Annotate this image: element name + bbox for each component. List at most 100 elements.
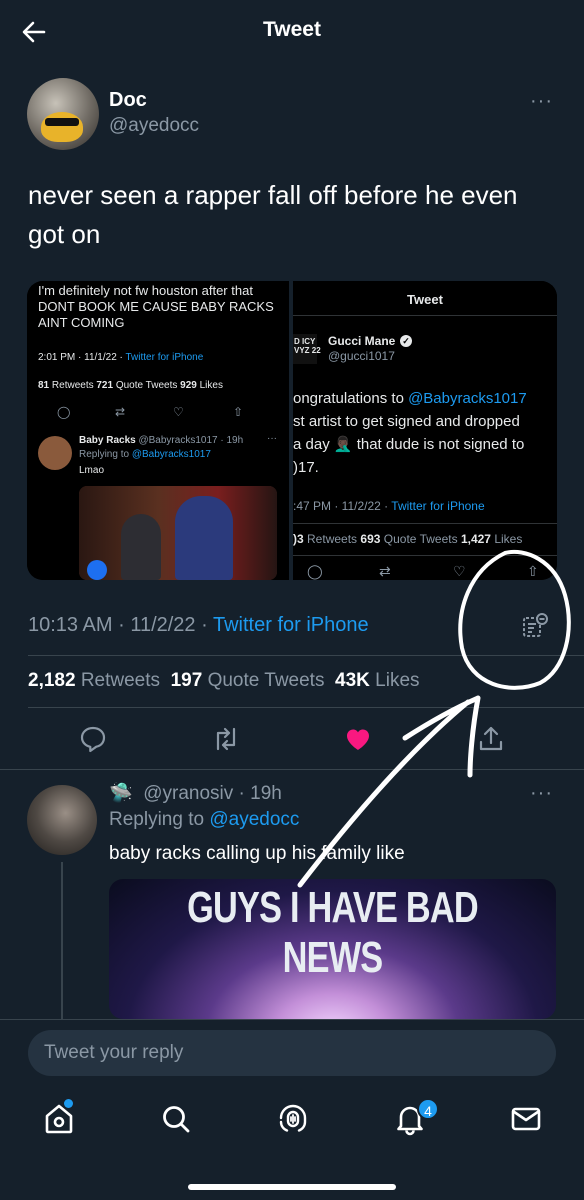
- spaces-icon[interactable]: [277, 1102, 309, 1136]
- screenshot-reply-text: Lmao: [79, 465, 105, 476]
- screenshot-stats: )3 Retweets 693 Quote Tweets 1,427 Likes: [293, 532, 522, 546]
- screenshot-quote-text: I'm definitely not fw houston after that…: [38, 283, 274, 330]
- divider: [293, 315, 557, 316]
- stat-quotes-label: Quote Tweets: [115, 380, 178, 391]
- screenshot-meta-source: Twitter for iPhone: [391, 499, 485, 513]
- meta-separator: ·: [118, 614, 125, 636]
- thread-line: [61, 862, 63, 1022]
- screenshot-reply-header: Baby Racks @Babyracks1017 · 19h: [79, 435, 243, 446]
- author-name[interactable]: Doc: [109, 89, 147, 112]
- screenshot-meta: 2:01 PM · 11/1/22 · Twitter for iPhone: [38, 352, 203, 363]
- reply-header: 🛸 @yranosiv · 19h: [109, 783, 282, 804]
- screenshot-meta-time: :47 PM · 11/2/22 ·: [293, 499, 392, 513]
- verified-badge-icon: ✓: [400, 335, 412, 347]
- stat-likes-label: Likes: [494, 532, 523, 546]
- more-options-icon[interactable]: ···: [530, 782, 553, 805]
- tweet-time: 10:13 AM: [28, 614, 113, 636]
- reply-avatar[interactable]: [27, 785, 97, 855]
- screenshot-replying-handle: @Babyracks1017: [131, 449, 211, 460]
- home-indicator: [188, 1184, 396, 1190]
- screenshot-reply-handle: @Babyracks1017 · 19h: [138, 435, 244, 446]
- share-icon: ⇧: [527, 563, 539, 579]
- retweet-icon: ⇄: [379, 563, 391, 579]
- media-image-left[interactable]: I'm definitely not fw houston after that…: [27, 281, 289, 580]
- tweet-date: 11/2/22: [130, 614, 196, 636]
- screenshot-actions: ◯ ⇄ ♡ ⇧: [57, 405, 257, 421]
- replying-to-prefix: Replying to: [109, 809, 210, 830]
- divider: [28, 707, 584, 708]
- screenshot-meta-source: Twitter for iPhone: [125, 352, 204, 363]
- divider: [293, 523, 557, 524]
- share-icon: ⇧: [233, 405, 244, 419]
- tweet-stats: 2,182 Retweets 197 Quote Tweets 43K Like…: [28, 670, 420, 692]
- screenshot-tweet-text: ongratulations to @Babyracks1017 st arti…: [293, 387, 557, 479]
- media-image-right[interactable]: Tweet D ICY VYZ 22 Gucci Mane ✓ @gucci10…: [293, 281, 557, 580]
- reply-input[interactable]: [28, 1030, 556, 1076]
- like-label[interactable]: Likes: [375, 670, 419, 691]
- reply-icon: ◯: [307, 563, 323, 579]
- screenshot-mention: @Babyracks1017: [408, 390, 527, 407]
- divider: [28, 655, 584, 656]
- screenshot-meta-time: 2:01 PM · 11/1/22 ·: [38, 352, 126, 363]
- screenshot-author-handle: @gucci1017: [328, 349, 395, 363]
- divider: [0, 769, 584, 770]
- replying-to-handle[interactable]: @ayedocc: [209, 809, 299, 830]
- retweet-icon[interactable]: [211, 724, 241, 754]
- meta-separator: ·: [201, 614, 208, 636]
- retweet-icon: ⇄: [115, 405, 126, 419]
- stat-quotes: 721: [96, 380, 114, 391]
- reply-handle[interactable]: @yranosiv: [143, 783, 233, 804]
- like-count[interactable]: 43K: [335, 670, 370, 691]
- reply-icon: ◯: [57, 405, 71, 419]
- replying-to: Replying to @ayedocc: [109, 809, 299, 831]
- screenshot-line2: st artist to get signed and dropped: [293, 413, 520, 430]
- screenshot-reply-avatar: [38, 436, 72, 470]
- tweet-media[interactable]: I'm definitely not fw houston after that…: [27, 281, 557, 580]
- stat-quotes-label: Quote Tweets: [383, 532, 458, 546]
- screenshot-meta: :47 PM · 11/2/22 · Twitter for iPhone: [293, 499, 485, 513]
- stat-likes: 1,427: [460, 532, 491, 546]
- screenshot-avatar-text: D ICY VYZ 22: [294, 337, 321, 355]
- stat-likes-label: Likes: [199, 380, 223, 391]
- divider: [293, 555, 557, 556]
- screenshot-reply-name: Baby Racks: [79, 435, 136, 446]
- stat-likes: 929: [180, 380, 197, 391]
- retweet-count[interactable]: 2,182: [28, 670, 76, 691]
- heart-icon: ♡: [173, 405, 184, 419]
- reply-media[interactable]: GUYS I HAVE BAD NEWS: [109, 879, 556, 1019]
- screenshot-line4: )17.: [293, 459, 319, 476]
- screenshot-stats: 81 Retweets 721 Quote Tweets 929 Likes: [38, 380, 223, 391]
- screenshot-line3: a day 🤦🏿‍♂️ that dude is not signed to: [293, 436, 525, 453]
- screenshot-replying-prefix: Replying to: [79, 449, 132, 460]
- quote-count[interactable]: 197: [171, 670, 203, 691]
- screenshot-author-name: Gucci Mane: [328, 334, 396, 348]
- author-avatar[interactable]: [27, 78, 99, 150]
- reply-icon[interactable]: [78, 724, 108, 754]
- author-handle[interactable]: @ayedocc: [109, 115, 199, 137]
- stat-quotes: 693: [360, 532, 381, 546]
- screenshot-replying-to: Replying to @Babyracks1017: [79, 449, 211, 460]
- share-icon[interactable]: [476, 724, 506, 754]
- translate-icon[interactable]: [521, 612, 549, 640]
- tweet-source-link[interactable]: Twitter for iPhone: [213, 614, 369, 636]
- mail-icon[interactable]: [510, 1102, 542, 1136]
- heart-icon: ♡: [453, 563, 466, 579]
- retweet-label[interactable]: Retweets: [81, 670, 160, 691]
- more-options-icon[interactable]: ···: [530, 90, 553, 113]
- stat-retweets-label: Retweets: [307, 532, 358, 546]
- notifications-badge: 4: [417, 1098, 439, 1120]
- screenshot-line1: ongratulations to: [293, 390, 409, 407]
- home-unread-dot: [64, 1099, 73, 1108]
- tweet-text: never seen a rapper fall off before he e…: [28, 180, 518, 249]
- heart-icon[interactable]: [343, 724, 373, 754]
- page-title: Tweet: [263, 18, 321, 41]
- screenshot-more-icon: ···: [267, 433, 277, 444]
- quote-label[interactable]: Quote Tweets: [208, 670, 325, 691]
- screenshot-video-thumbnail: [79, 486, 277, 580]
- screenshot-title: Tweet: [407, 292, 443, 307]
- stat-retweets: )3: [293, 532, 304, 546]
- search-icon[interactable]: [160, 1102, 192, 1136]
- reply-emoji: 🛸: [109, 783, 133, 804]
- reply-text: baby racks calling up his family like: [109, 843, 405, 864]
- stat-retweets-label: Retweets: [51, 380, 94, 391]
